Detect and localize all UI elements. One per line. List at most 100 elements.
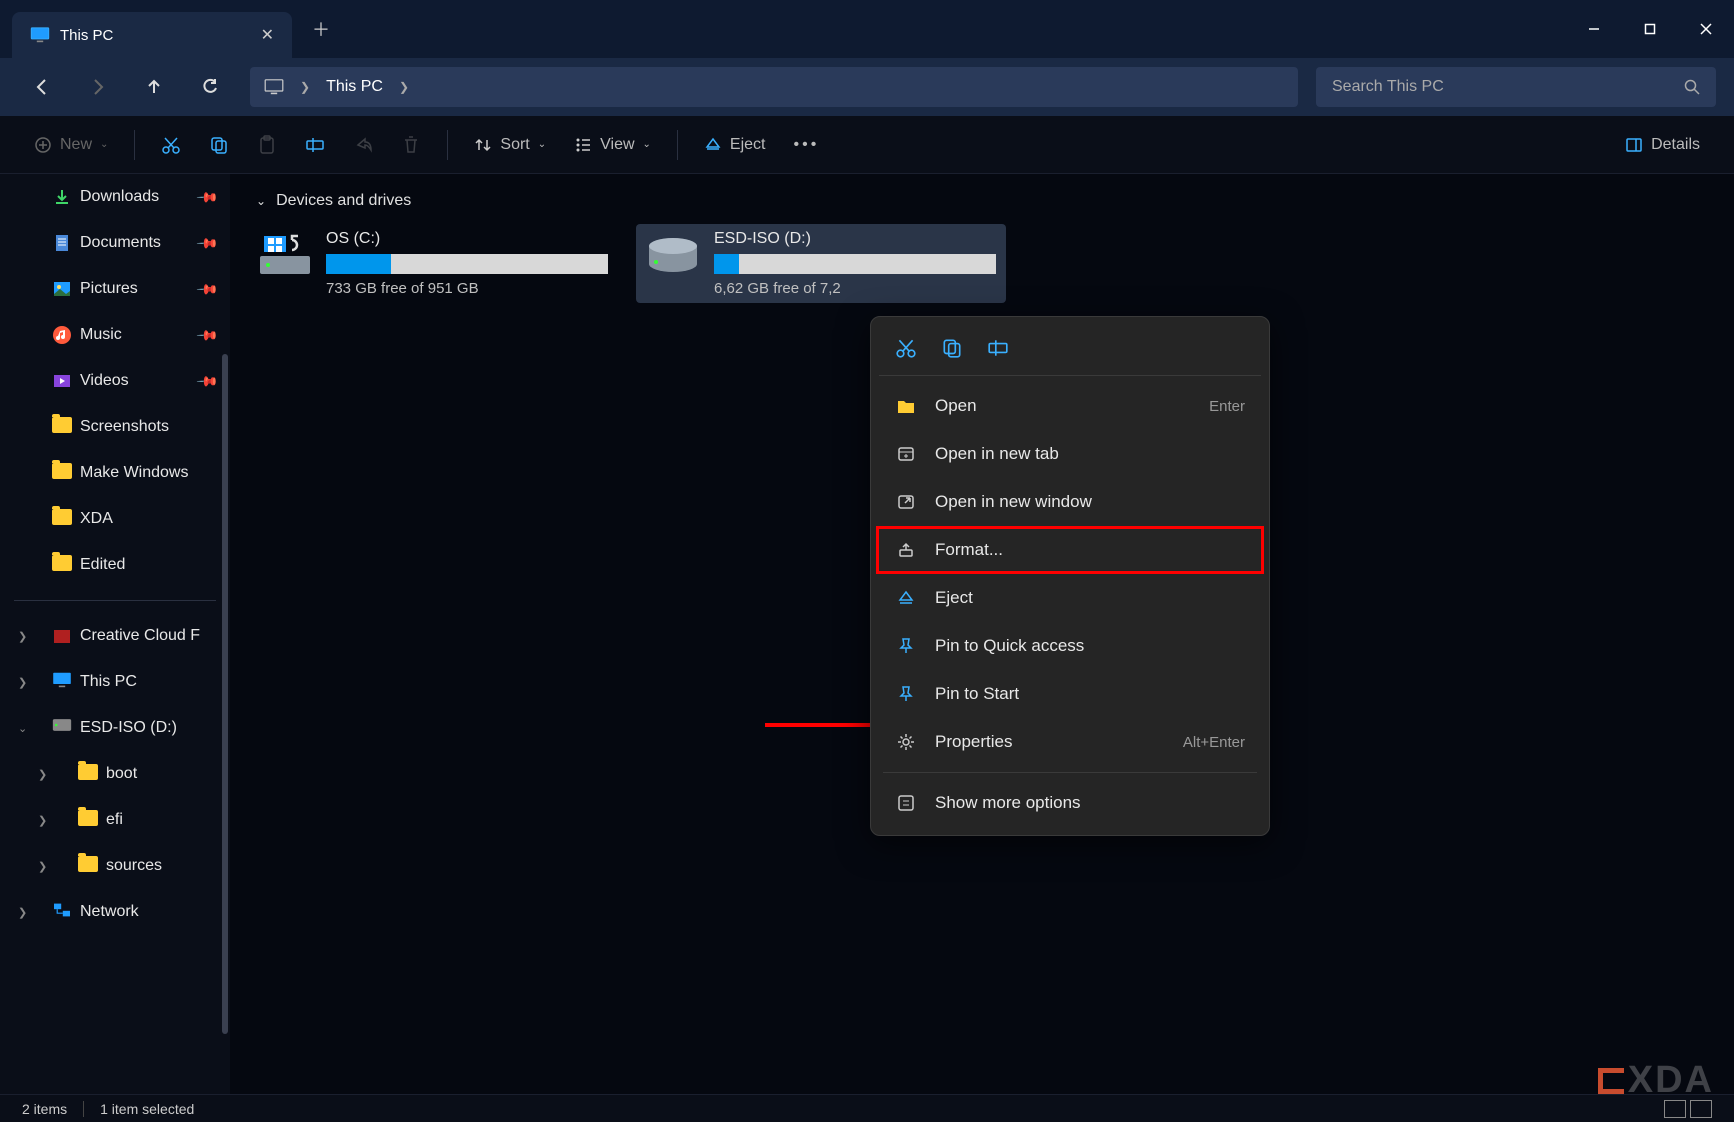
drive-name: ESD-ISO (D:) — [714, 230, 996, 248]
chevron-down-icon: ⌄ — [256, 194, 266, 208]
view-button[interactable]: View ⌄ — [562, 125, 663, 165]
context-properties[interactable]: PropertiesAlt+Enter — [879, 718, 1261, 766]
context-item-label: Open in new window — [935, 492, 1092, 512]
scissors-icon — [161, 135, 181, 155]
share-icon — [353, 135, 373, 155]
sidebar-item-videos[interactable]: Videos📌 — [0, 358, 230, 404]
sidebar-item-screenshots[interactable]: Screenshots — [0, 404, 230, 450]
plus-circle-icon — [34, 136, 52, 154]
chevron-icon[interactable]: ❯ — [38, 860, 47, 873]
paste-button[interactable] — [245, 125, 289, 165]
address-bar[interactable]: ❯ This PC ❯ — [250, 67, 1298, 107]
context-open-in-new-window[interactable]: Open in new window — [879, 478, 1261, 526]
context-open[interactable]: OpenEnter — [879, 382, 1261, 430]
sidebar-item-label: Music — [80, 326, 122, 344]
chevron-icon[interactable]: ❯ — [18, 906, 27, 919]
context-menu: OpenEnter Open in new tab Open in new wind… — [870, 316, 1270, 836]
eject-icon — [704, 136, 722, 154]
search-placeholder: Search This PC — [1332, 78, 1444, 96]
copy-button[interactable] — [939, 335, 965, 361]
sidebar-item-downloads[interactable]: Downloads📌 — [0, 174, 230, 220]
sidebar-tree-this-pc[interactable]: ❯This PC — [0, 659, 230, 705]
chevron-icon[interactable]: ❯ — [38, 814, 47, 827]
sidebar-item-label: efi — [106, 811, 123, 829]
sidebar-item-label: XDA — [80, 510, 113, 528]
delete-button[interactable] — [389, 125, 433, 165]
back-button[interactable] — [18, 67, 66, 107]
share-button[interactable] — [341, 125, 385, 165]
refresh-button[interactable] — [186, 67, 234, 107]
maximize-button[interactable] — [1622, 9, 1678, 49]
drive-esd-iso-d-[interactable]: ESD-ISO (D:)6,62 GB free of 7,2 — [636, 224, 1006, 303]
rename-button[interactable] — [985, 335, 1011, 361]
close-icon[interactable]: ✕ — [261, 25, 274, 45]
context-open-in-new-tab[interactable]: Open in new tab — [879, 430, 1261, 478]
context-item-label: Open in new tab — [935, 444, 1059, 464]
context-pin-to-quick-access[interactable]: Pin to Quick access — [879, 622, 1261, 670]
folder-icon — [52, 555, 72, 575]
eject-icon — [895, 587, 917, 609]
sidebar-tree-creative-cloud-f[interactable]: ❯Creative Cloud F — [0, 613, 230, 659]
sidebar-item-edited[interactable]: Edited — [0, 542, 230, 588]
chevron-icon[interactable]: ❯ — [38, 768, 47, 781]
copy-button[interactable] — [197, 125, 241, 165]
drive-icon — [258, 232, 312, 278]
section-header[interactable]: ⌄ Devices and drives — [248, 186, 1716, 224]
sort-button[interactable]: Sort ⌄ — [462, 125, 558, 165]
drive-os-c-[interactable]: OS (C:)733 GB free of 951 GB — [248, 224, 618, 303]
sidebar-item-label: Edited — [80, 556, 125, 574]
close-button[interactable] — [1678, 9, 1734, 49]
rename-button[interactable] — [293, 125, 337, 165]
context-pin-to-start[interactable]: Pin to Start — [879, 670, 1261, 718]
chevron-icon[interactable]: ❯ — [18, 676, 27, 689]
breadcrumb-location[interactable]: This PC — [326, 78, 383, 96]
sidebar: Downloads📌Documents📌Pictures📌Music📌Video… — [0, 174, 230, 1094]
forward-button[interactable] — [74, 67, 122, 107]
copy-icon — [209, 135, 229, 155]
sidebar-item-xda[interactable]: XDA — [0, 496, 230, 542]
clipboard-icon — [257, 135, 277, 155]
new-tab-button[interactable]: ＋ — [312, 16, 330, 42]
chevron-icon[interactable]: ❯ — [18, 630, 27, 643]
folder-icon — [78, 764, 98, 784]
view-grid-button[interactable] — [1690, 1100, 1712, 1118]
up-button[interactable] — [130, 67, 178, 107]
drive-icon — [646, 232, 700, 278]
view-list-button[interactable] — [1664, 1100, 1686, 1118]
pin-icon: 📌 — [195, 369, 219, 393]
chevron-icon[interactable]: ⌄ — [18, 722, 27, 735]
sidebar-tree-sources[interactable]: ❯sources — [0, 843, 230, 889]
sidebar-item-make-windows[interactable]: Make Windows — [0, 450, 230, 496]
separator — [83, 1101, 84, 1117]
context-item-label: Properties — [935, 732, 1012, 752]
sidebar-tree-esd-iso-d-[interactable]: ⌄ESD-ISO (D:) — [0, 705, 230, 751]
context-eject[interactable]: Eject — [879, 574, 1261, 622]
sidebar-item-documents[interactable]: Documents📌 — [0, 220, 230, 266]
minimize-button[interactable] — [1566, 9, 1622, 49]
context-format-[interactable]: Format... — [876, 526, 1264, 574]
sidebar-tree-efi[interactable]: ❯ efi — [0, 797, 230, 843]
sidebar-tree-boot[interactable]: ❯boot — [0, 751, 230, 797]
scissors-icon — [895, 337, 917, 359]
rename-icon — [987, 337, 1009, 359]
sidebar-tree-network[interactable]: ❯Network — [0, 889, 230, 935]
more-icon — [895, 792, 917, 814]
pin-icon: 📌 — [195, 277, 219, 301]
sidebar-item-pictures[interactable]: Pictures📌 — [0, 266, 230, 312]
tab-this-pc[interactable]: This PC ✕ — [12, 12, 292, 58]
new-button[interactable]: New ⌄ — [22, 125, 120, 165]
scrollbar[interactable] — [222, 354, 228, 1034]
details-button[interactable]: Details — [1613, 125, 1712, 165]
eject-button[interactable]: Eject — [692, 125, 778, 165]
search-input[interactable]: Search This PC — [1316, 67, 1716, 107]
rename-icon — [305, 135, 325, 155]
cut-button[interactable] — [893, 335, 919, 361]
monitor-icon — [30, 27, 50, 43]
more-button[interactable]: ••• — [782, 125, 832, 165]
folder-icon — [52, 417, 72, 437]
context-show-more[interactable]: Show more options — [879, 779, 1261, 827]
cut-button[interactable] — [149, 125, 193, 165]
window-controls — [1566, 9, 1734, 49]
trash-icon — [401, 135, 421, 155]
sidebar-item-music[interactable]: Music📌 — [0, 312, 230, 358]
